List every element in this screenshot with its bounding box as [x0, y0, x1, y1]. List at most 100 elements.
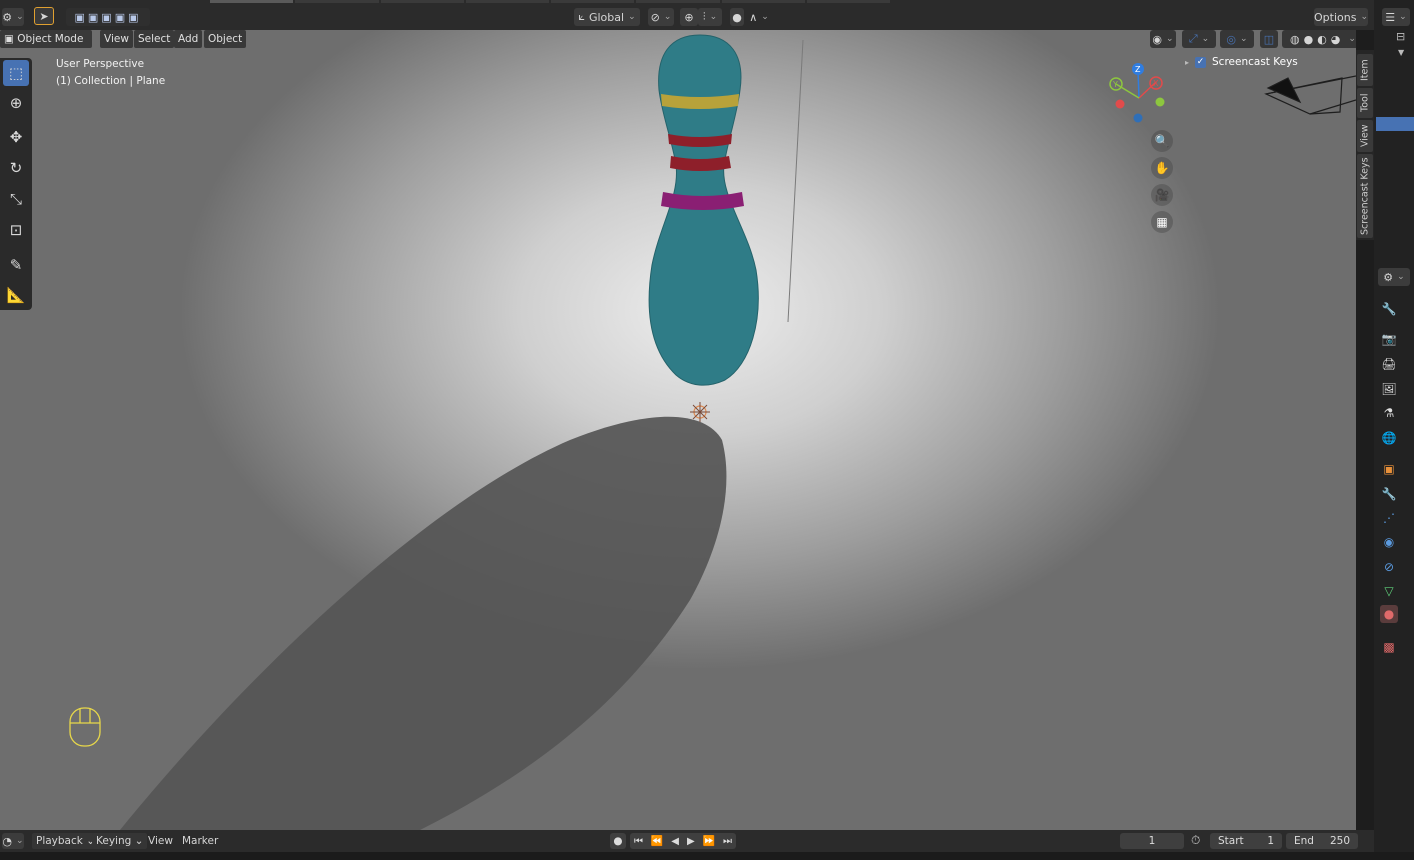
workspace-tab[interactable] [721, 0, 805, 3]
editor-type-icon[interactable]: ⚙ [2, 8, 24, 26]
play-icon[interactable]: ▶ [687, 836, 695, 847]
modifier-icon[interactable]: 🔧 [1380, 485, 1398, 503]
material-icon[interactable]: ● [1380, 605, 1398, 623]
snap-icon[interactable]: ⊕ [680, 8, 698, 26]
falloff-icon[interactable]: ∧ [746, 8, 772, 26]
constraints-icon[interactable]: ⊘ [1380, 558, 1398, 576]
tool-shelf: ⬚ ⊕ ✥ ↻ ⤡ ⊡ ✎ 📐 [0, 58, 32, 310]
output-icon[interactable]: 🖨 [1380, 355, 1398, 373]
scene-icon[interactable]: ⚗ [1380, 404, 1398, 422]
neg-z-axis-icon [1133, 113, 1143, 123]
current-frame-field[interactable]: 1 [1120, 833, 1184, 849]
object-icon[interactable]: ▣ [1380, 460, 1398, 478]
viewport-menubar: ▣ Object Mode ⌄ View Select Add Object [0, 30, 1374, 63]
timeline-menu-keying[interactable]: Keying ⌄ [92, 833, 148, 849]
outliner-type-icon[interactable]: ☰ [1382, 8, 1410, 26]
transform-icon[interactable]: ⊡ [3, 217, 29, 243]
data-icon[interactable]: ▽ [1380, 582, 1398, 600]
next-keyframe-icon[interactable]: ⏩ [703, 836, 715, 847]
workspace-tab[interactable] [295, 0, 379, 3]
stopwatch-icon[interactable]: ⏱ [1191, 833, 1200, 848]
workspace-tab[interactable] [380, 0, 464, 3]
sidebar-tabs: Item Tool View Screencast Keys [1356, 50, 1374, 240]
bowling-pin[interactable] [648, 34, 759, 386]
screencast-keys-label: Screencast Keys [1212, 56, 1298, 68]
prev-keyframe-icon[interactable]: ⏪ [651, 836, 663, 847]
orientation-icon: ⟀ [578, 10, 585, 23]
render-icon[interactable]: 📷 [1380, 330, 1398, 348]
menu-object[interactable]: Object [204, 30, 247, 48]
start-frame-field[interactable]: Start 1 [1210, 833, 1282, 849]
play-reverse-icon[interactable]: ◀ [671, 836, 679, 847]
playback-controls[interactable]: ⏮ ⏪ ◀ ▶ ⏩ ⏭ [630, 833, 736, 849]
rotate-icon[interactable]: ↻ [3, 155, 29, 181]
move-icon[interactable]: ✥ [3, 124, 29, 150]
options-dropdown[interactable]: Options [1314, 8, 1368, 26]
select-tool-icon[interactable]: ➤ [34, 7, 54, 25]
annotate-icon[interactable]: ✎ [3, 252, 29, 278]
jump-start-icon[interactable]: ⏮ [634, 836, 643, 847]
status-bar [0, 852, 1414, 860]
timeline-menu-playback[interactable]: Playback ⌄ [32, 833, 99, 849]
screencast-keys-panel[interactable]: ▸ ✓ Screencast Keys [1185, 52, 1355, 72]
workspace-tab[interactable] [806, 0, 890, 3]
menu-add[interactable]: Add [174, 30, 203, 48]
expand-arrow-icon[interactable]: ▸ [1185, 58, 1189, 67]
scale-icon[interactable]: ⤡ [3, 186, 29, 212]
workspace-tab[interactable] [636, 0, 720, 3]
tab-tool[interactable]: Tool [1357, 88, 1373, 118]
3d-viewport[interactable]: User Perspective (1) Collection | Plane … [0, 30, 1356, 830]
object-mode-dropdown[interactable]: ▣ Object Mode ⌄ [0, 30, 92, 63]
svg-text:X: X [1153, 79, 1159, 88]
record-icon[interactable]: ● [610, 833, 626, 849]
neg-y-axis-icon [1155, 97, 1165, 107]
camera-view-icon[interactable]: 🎥 [1151, 184, 1173, 206]
view-layer-icon[interactable]: 🖼 [1380, 380, 1398, 398]
camera-object[interactable] [1264, 75, 1356, 115]
timeline-editor-type-icon[interactable]: ◔ [2, 833, 24, 849]
pivot-point-icon[interactable]: ⊘ [648, 8, 674, 26]
cursor-icon[interactable]: ⊕ [3, 90, 29, 116]
texture-icon[interactable]: ▩ [1380, 638, 1398, 656]
menu-view[interactable]: View [100, 30, 133, 48]
proportional-edit-icon[interactable]: ● [730, 8, 744, 26]
object-origin-marker[interactable] [690, 402, 710, 422]
end-frame-field[interactable]: End 250 [1286, 833, 1358, 849]
measure-icon[interactable]: 📐 [3, 282, 29, 308]
viewport-perspective-label: User Perspective [56, 58, 145, 70]
viewport-header: ⚙ ➤ ▣▣▣▣▣ ⟀ Global ⊘ ⊕ ⫶ ● ∧ Options [0, 0, 1374, 30]
workspace-tab[interactable] [465, 0, 549, 3]
workspace-tabs[interactable] [210, 0, 890, 3]
select-box-icon[interactable]: ⬚ [3, 60, 29, 86]
workspace-tab[interactable] [210, 0, 294, 3]
outliner-selected-row[interactable] [1376, 117, 1414, 131]
physics-icon[interactable]: ◉ [1380, 533, 1398, 551]
outliner-filter-icon[interactable]: ⊟ [1396, 30, 1405, 43]
menu-select[interactable]: Select [134, 30, 175, 48]
pan-hand-icon[interactable]: ✋ [1151, 157, 1173, 179]
tool-icon[interactable]: 🔧 [1380, 300, 1398, 318]
tab-item[interactable]: Item [1357, 54, 1373, 86]
zoom-icon[interactable]: 🔍 [1151, 130, 1173, 152]
screencast-keys-checkbox[interactable]: ✓ [1195, 56, 1207, 68]
tab-view[interactable]: View [1357, 120, 1373, 152]
snap-target-icon[interactable]: ⫶ [698, 8, 722, 26]
options-label: Options [1314, 10, 1357, 24]
timeline-menu-marker[interactable]: Marker [178, 833, 222, 849]
world-icon[interactable]: 🌐 [1380, 429, 1398, 447]
tab-screencast-keys[interactable]: Screencast Keys [1357, 154, 1373, 238]
particles-icon[interactable]: ⋰ [1380, 509, 1398, 527]
selection-mode-icons[interactable]: ▣▣▣▣▣ [66, 8, 150, 26]
navigation-gizmo[interactable]: Z X Y [1104, 60, 1174, 130]
transform-orientation-dropdown[interactable]: ⟀ Global [574, 8, 640, 26]
properties-type-icon[interactable]: ⚙ [1378, 268, 1410, 286]
viewport-collection-label: (1) Collection | Plane [56, 75, 166, 87]
workspace-tab[interactable] [551, 0, 635, 3]
svg-text:Z: Z [1135, 65, 1141, 74]
outliner-expand-icon[interactable]: ▼ [1398, 48, 1404, 57]
jump-end-icon[interactable]: ⏭ [723, 836, 732, 847]
neg-x-axis-icon [1115, 99, 1125, 109]
timeline-menu-view[interactable]: View [144, 833, 177, 849]
orientation-label: Global [588, 10, 625, 24]
ortho-grid-icon[interactable]: ▦ [1151, 211, 1173, 233]
